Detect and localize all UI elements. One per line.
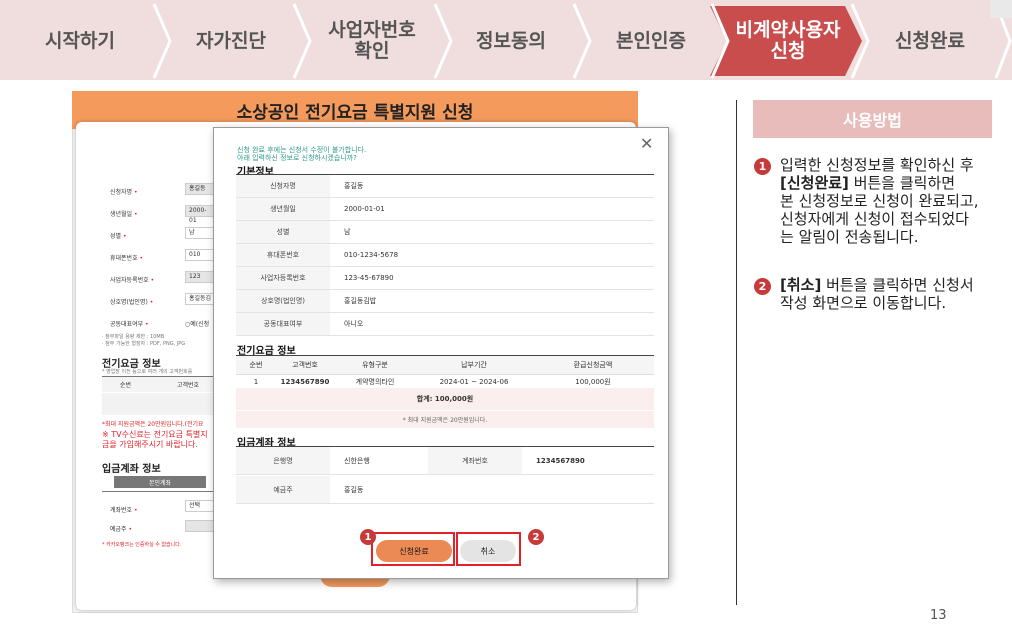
form-select[interactable]: 선택: [185, 500, 215, 512]
modal-row: 생년월일 2000-01-01: [236, 198, 654, 221]
modal-notice: 신청 완료 후에는 신청서 수정이 불가합니다. 아래 입력하신 정보로 신청하시…: [237, 146, 367, 162]
modal-row: 상호명(법인명) 홍길동김밥: [236, 290, 654, 313]
form-input[interactable]: 홍길동: [185, 183, 215, 195]
close-icon[interactable]: ✕: [640, 136, 653, 152]
form-acct-title: 입금계좌 정보: [102, 464, 161, 475]
callout-badge-2: 2: [528, 529, 544, 545]
modal-row: 휴대폰번호 010-1234-5678: [236, 244, 654, 267]
step-business-number: 사업자번호 확인: [328, 19, 416, 62]
step-complete: 신청완료: [895, 29, 965, 52]
col-header: 납부기간: [461, 361, 487, 369]
form-divider: [102, 491, 214, 492]
form-input[interactable]: 010: [185, 249, 215, 261]
form-label: 사업자등록번호 •: [110, 277, 155, 284]
cell: 2024-01 ~ 2024-06: [439, 378, 509, 386]
form-input[interactable]: 남: [185, 227, 215, 239]
instruction-2: [취소] 버튼을 클릭하면 신청서 작성 화면으로 이동합니다.: [780, 276, 974, 312]
highlight-box-complete: [371, 532, 455, 566]
col-header: 순번: [249, 361, 263, 369]
page-number: 13: [930, 608, 947, 623]
step-bar: 시작하기 자가진단 사업자번호 확인 정보동의 본인인증 비계약사용자 신청 신청완…: [0, 0, 1012, 80]
cell: 1: [253, 378, 259, 386]
modal-holder-row: 예금주 홍길동: [236, 476, 654, 504]
step-identity: 본인인증: [616, 29, 686, 52]
form-label: 계좌번호 •: [110, 507, 138, 514]
form-elec-empty: [102, 393, 214, 415]
instruction-1: 입력한 신청정보를 확인하신 후 [신청완료] 버튼을 클릭하면 본 신청정보로…: [780, 156, 979, 246]
highlight-box-cancel: [456, 532, 521, 566]
form-elec-col: 순번: [120, 382, 132, 389]
callout-badge-1: 1: [360, 529, 376, 545]
form-hint: · 첨부파일 용량 제한 : 10MB: [102, 334, 165, 340]
vertical-divider: [736, 100, 737, 605]
form-label: 휴대폰번호 •: [110, 255, 144, 262]
page-corner: [990, 0, 1012, 18]
col-header: 유형구분: [362, 361, 388, 369]
form-kakao-note: * 카카오뱅크는 인증하실 수 없습니다.: [102, 542, 182, 548]
step-self-diagnosis: 자가진단: [196, 29, 266, 52]
modal-bank-row: 은행명 신한은행 계좌번호 1234567890: [236, 447, 654, 475]
modal-row: 성별 남: [236, 221, 654, 244]
form-elec-col: 고객번호: [177, 382, 200, 389]
cell: 계약명의타인: [355, 378, 395, 386]
form-elec-sub: * 영업장 이전 등으로 여러 개의 고객번호를: [102, 369, 193, 375]
form-label: 예금주 •: [110, 526, 133, 533]
form-label: 신청자명 •: [110, 189, 138, 196]
step-consent: 정보동의: [476, 29, 546, 52]
form-label: 성별 •: [110, 233, 127, 240]
form-red-note: *최대 지원금액은 20만원입니다.(전기요: [102, 421, 204, 428]
col-header: 고객번호: [292, 361, 318, 369]
form-label: 상호명(법인명) •: [110, 299, 154, 306]
col-header: 환급신청금액: [573, 361, 613, 369]
cell: 1234567890: [280, 378, 330, 386]
form-label: 공동대표여부 •: [110, 321, 149, 328]
modal-row: 신청자명 홍길동: [236, 175, 654, 198]
howto-title: 사용방법: [753, 100, 992, 138]
cell: 100,000원: [575, 378, 611, 386]
max-note: * 최대 지원금액은 20만원입니다.: [236, 411, 654, 428]
form-radio[interactable]: ○예(신청: [185, 319, 209, 328]
form-auth-button[interactable]: 본인계좌: [114, 476, 206, 488]
step-badge-1: 1: [754, 158, 771, 175]
form-input[interactable]: [185, 520, 215, 532]
step-start: 시작하기: [45, 29, 115, 52]
table-row: 1 1234567890 계약명의타인 2024-01 ~ 2024-06 10…: [236, 376, 654, 388]
step-badge-2: 2: [754, 278, 771, 295]
form-hint: · 첨부 가능한 형장자 : PDF, PNG, JPG: [102, 341, 186, 347]
step-non-contract-apply: 비계약사용자 신청: [735, 19, 841, 62]
modal-elec-header: 순번 고객번호 유형구분 납부기간 환급신청금액: [236, 356, 654, 375]
form-red-note: 금을 가입해주시기 바랍니다.: [102, 440, 198, 449]
total-row: 합계: 100,000원: [236, 388, 654, 410]
form-input[interactable]: 홍길동김: [185, 293, 215, 305]
modal-row: 공동대표여부 아니오: [236, 313, 654, 336]
form-input[interactable]: 2000-01: [185, 205, 215, 224]
modal-row: 사업자등록번호 123-45-67890: [236, 267, 654, 290]
form-label: 생년월일 •: [110, 211, 138, 218]
form-input[interactable]: 123: [185, 271, 215, 283]
slide: 시작하기 자가진단 사업자번호 확인 정보동의 본인인증 비계약사용자 신청 신청완…: [0, 0, 1012, 627]
